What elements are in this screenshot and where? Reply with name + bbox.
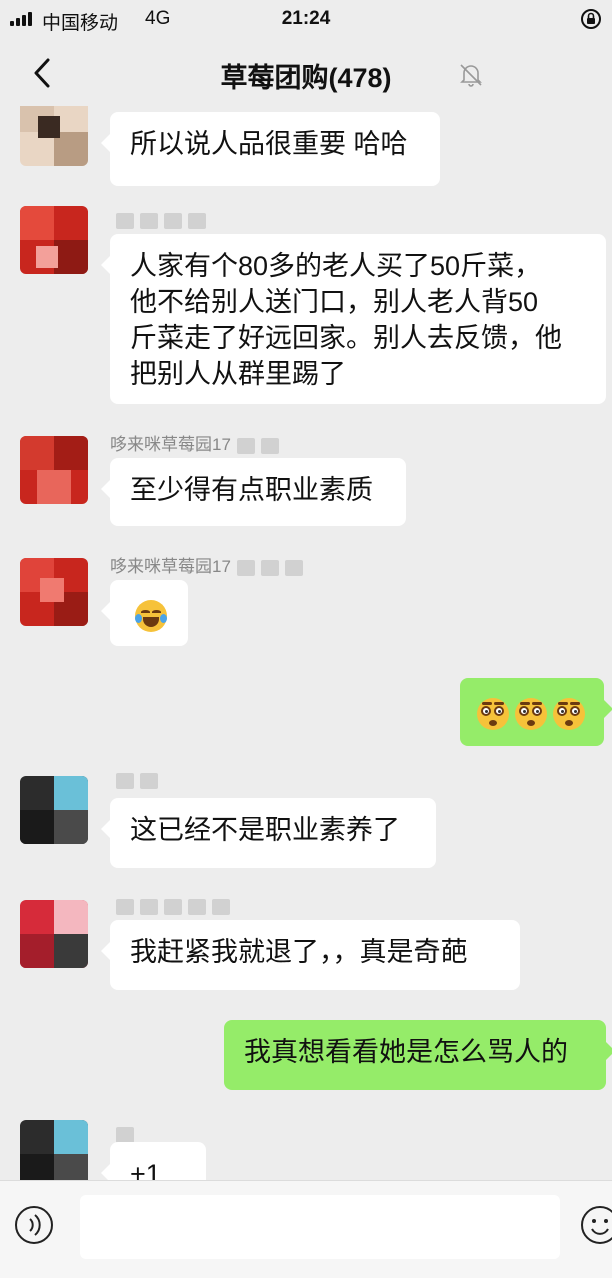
- voice-icon[interactable]: [14, 1205, 54, 1245]
- sender-name: [110, 770, 158, 790]
- avatar[interactable]: [20, 436, 88, 504]
- message-bubble[interactable]: 我赶紧我就退了，，真是奇葩: [101, 920, 520, 990]
- avatar[interactable]: [20, 106, 88, 166]
- avatar[interactable]: [20, 206, 88, 274]
- message-line: 把别人从群里踢了: [130, 359, 346, 389]
- orientation-lock-icon: [581, 9, 601, 29]
- sent-message-bubble[interactable]: [460, 678, 612, 746]
- message-line: 斤菜走了好远回家。别人去反馈，他: [130, 323, 562, 353]
- shocked-face-emoji-icon: [515, 697, 547, 730]
- message-input[interactable]: [80, 1195, 560, 1259]
- message-text: 至少得有点职业素质: [130, 475, 373, 505]
- message-text: 这已经不是职业素养了: [130, 815, 400, 845]
- sender-name: [110, 1124, 134, 1144]
- avatar[interactable]: [20, 900, 88, 968]
- status-bar: 中国移动 4G 21:24: [0, 0, 612, 38]
- emoji-icon[interactable]: [580, 1205, 612, 1245]
- message-text: 所以说人品很重要 哈哈: [130, 129, 408, 159]
- message-list[interactable]: 所以说人品很重要 哈哈 人家有个80多的老人买了50斤菜， 他不给别人送门口，别…: [0, 106, 612, 1180]
- message-line: 人家有个80多的老人买了50斤菜，: [130, 251, 542, 281]
- sender-name: [110, 210, 206, 230]
- sender-name: [110, 896, 230, 916]
- sent-message-bubble[interactable]: 我真想看看她是怎么骂人的: [224, 1020, 612, 1090]
- avatar[interactable]: [20, 1120, 88, 1180]
- message-text: 我真想看看她是怎么骂人的: [244, 1037, 568, 1067]
- input-bar: [0, 1180, 612, 1278]
- shocked-face-emoji-icon: [553, 697, 585, 730]
- message-bubble[interactable]: +1: [101, 1142, 206, 1180]
- avatar[interactable]: [20, 776, 88, 844]
- message-text: +1: [130, 1159, 161, 1180]
- message-text: 我赶紧我就退了，，真是奇葩: [130, 937, 468, 967]
- message-bubble[interactable]: [101, 580, 188, 646]
- message-bubble[interactable]: 这已经不是职业素养了: [101, 798, 436, 868]
- sender-name: 哆来咪草莓园17: [110, 552, 303, 577]
- sender-name: 哆来咪草莓园17: [110, 430, 279, 455]
- message-line: 他不给别人送门口，别人老人背50: [130, 287, 539, 317]
- message-bubble[interactable]: 人家有个80多的老人买了50斤菜， 他不给别人送门口，别人老人背50 斤菜走了好…: [101, 234, 606, 404]
- group-title: 草莓团购(478): [220, 63, 392, 93]
- message-bubble[interactable]: 所以说人品很重要 哈哈: [101, 112, 440, 186]
- laugh-cry-emoji-icon: [135, 599, 167, 632]
- chat-header: 草莓团购(478): [0, 40, 612, 106]
- status-time: 21:24: [281, 8, 331, 29]
- shocked-face-emoji-icon: [477, 697, 509, 730]
- avatar[interactable]: [20, 558, 88, 626]
- mute-bell-icon: [460, 64, 482, 87]
- message-bubble[interactable]: 至少得有点职业素质: [101, 458, 406, 526]
